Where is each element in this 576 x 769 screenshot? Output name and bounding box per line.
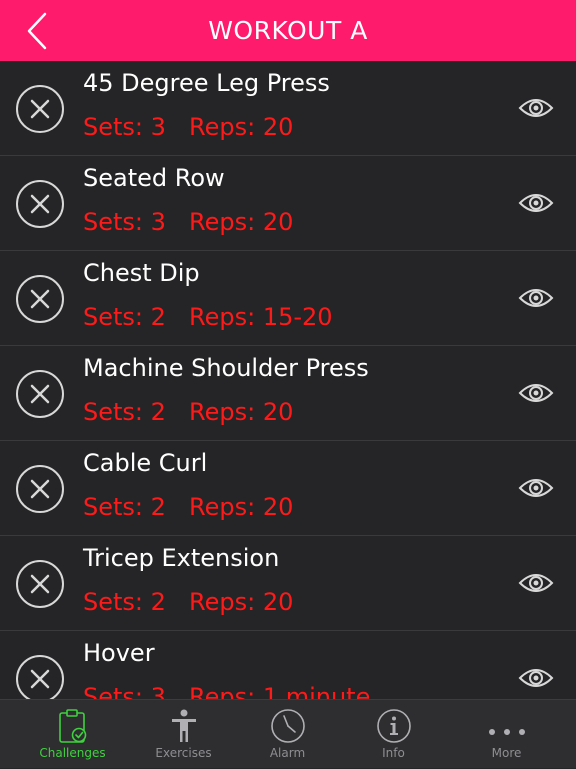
tab-label: Info	[382, 746, 405, 760]
exercise-reps: Reps: 1 minute	[189, 683, 371, 699]
eye-icon	[518, 99, 554, 117]
eye-icon	[518, 574, 554, 592]
clock-icon	[270, 709, 305, 743]
exercise-reps: Reps: 20	[189, 493, 294, 521]
exercise-name: Hover	[83, 639, 155, 667]
tab-challenges[interactable]: Challenges	[15, 700, 130, 769]
tab-label: Exercises	[155, 746, 212, 760]
exercise-name: Cable Curl	[83, 449, 208, 477]
eye-icon	[518, 289, 554, 307]
exercise-row[interactable]: Tricep Extension Sets: 2 Reps: 20	[0, 536, 576, 631]
exercise-list[interactable]: 45 Degree Leg Press Sets: 3 Reps: 20 Sea…	[0, 61, 576, 699]
exercise-name: Machine Shoulder Press	[83, 354, 369, 382]
tab-exercises[interactable]: Exercises	[126, 700, 241, 769]
exercise-sets: Sets: 2	[83, 493, 166, 521]
tab-label: Alarm	[269, 746, 306, 760]
exercise-sets: Sets: 3	[83, 208, 166, 236]
close-circle-icon	[16, 85, 64, 133]
close-circle-icon	[16, 560, 64, 608]
back-button[interactable]	[22, 11, 52, 51]
exercise-reps: Reps: 15-20	[189, 303, 333, 331]
exercise-reps: Reps: 20	[189, 113, 294, 141]
view-button[interactable]	[518, 285, 554, 311]
remove-button[interactable]	[15, 559, 65, 609]
clipboard-check-icon	[58, 709, 86, 743]
remove-button[interactable]	[15, 179, 65, 229]
eye-icon	[518, 669, 554, 687]
exercise-row[interactable]: Cable Curl Sets: 2 Reps: 20	[0, 441, 576, 536]
exercise-reps: Reps: 20	[189, 398, 294, 426]
tab-label: More	[491, 746, 522, 760]
exercise-row[interactable]: Seated Row Sets: 3 Reps: 20	[0, 156, 576, 251]
exercise-row[interactable]: Chest Dip Sets: 2 Reps: 15-20	[0, 251, 576, 346]
tab-bar: Challenges Exercises Alarm Info More	[0, 699, 576, 768]
page-title: WORKOUT A	[208, 16, 368, 45]
exercise-row[interactable]: Machine Shoulder Press Sets: 2 Reps: 20	[0, 346, 576, 441]
close-circle-icon	[16, 275, 64, 323]
close-circle-icon	[16, 370, 64, 418]
view-button[interactable]	[518, 380, 554, 406]
exercise-row[interactable]: Hover Sets: 3 Reps: 1 minute	[0, 631, 576, 699]
exercise-name: Chest Dip	[83, 259, 200, 287]
view-button[interactable]	[518, 665, 554, 691]
eye-icon	[518, 479, 554, 497]
remove-button[interactable]	[15, 84, 65, 134]
eye-icon	[518, 384, 554, 402]
close-circle-icon	[16, 465, 64, 513]
tab-more[interactable]: More	[449, 700, 564, 769]
person-icon	[171, 709, 196, 742]
close-circle-icon	[16, 655, 64, 699]
remove-button[interactable]	[15, 464, 65, 514]
exercise-name: 45 Degree Leg Press	[83, 69, 330, 97]
eye-icon	[518, 194, 554, 212]
tab-label: Challenges	[39, 746, 106, 760]
exercise-sets: Sets: 2	[83, 303, 166, 331]
exercise-name: Seated Row	[83, 164, 225, 192]
nav-header: WORKOUT A	[0, 0, 576, 61]
exercise-reps: Reps: 20	[189, 588, 294, 616]
view-button[interactable]	[518, 570, 554, 596]
info-icon	[376, 709, 411, 743]
tab-info[interactable]: Info	[336, 700, 451, 769]
close-circle-icon	[16, 180, 64, 228]
remove-button[interactable]	[15, 369, 65, 419]
exercise-name: Tricep Extension	[83, 544, 280, 572]
exercise-sets: Sets: 3	[83, 683, 166, 699]
remove-button[interactable]	[15, 654, 65, 699]
remove-button[interactable]	[15, 274, 65, 324]
view-button[interactable]	[518, 95, 554, 121]
more-dots-icon	[488, 729, 525, 735]
tab-alarm[interactable]: Alarm	[230, 700, 345, 769]
exercise-reps: Reps: 20	[189, 208, 294, 236]
view-button[interactable]	[518, 190, 554, 216]
exercise-sets: Sets: 2	[83, 588, 166, 616]
exercise-sets: Sets: 3	[83, 113, 166, 141]
view-button[interactable]	[518, 475, 554, 501]
chevron-left-icon	[27, 12, 47, 50]
exercise-row[interactable]: 45 Degree Leg Press Sets: 3 Reps: 20	[0, 61, 576, 156]
exercise-sets: Sets: 2	[83, 398, 166, 426]
